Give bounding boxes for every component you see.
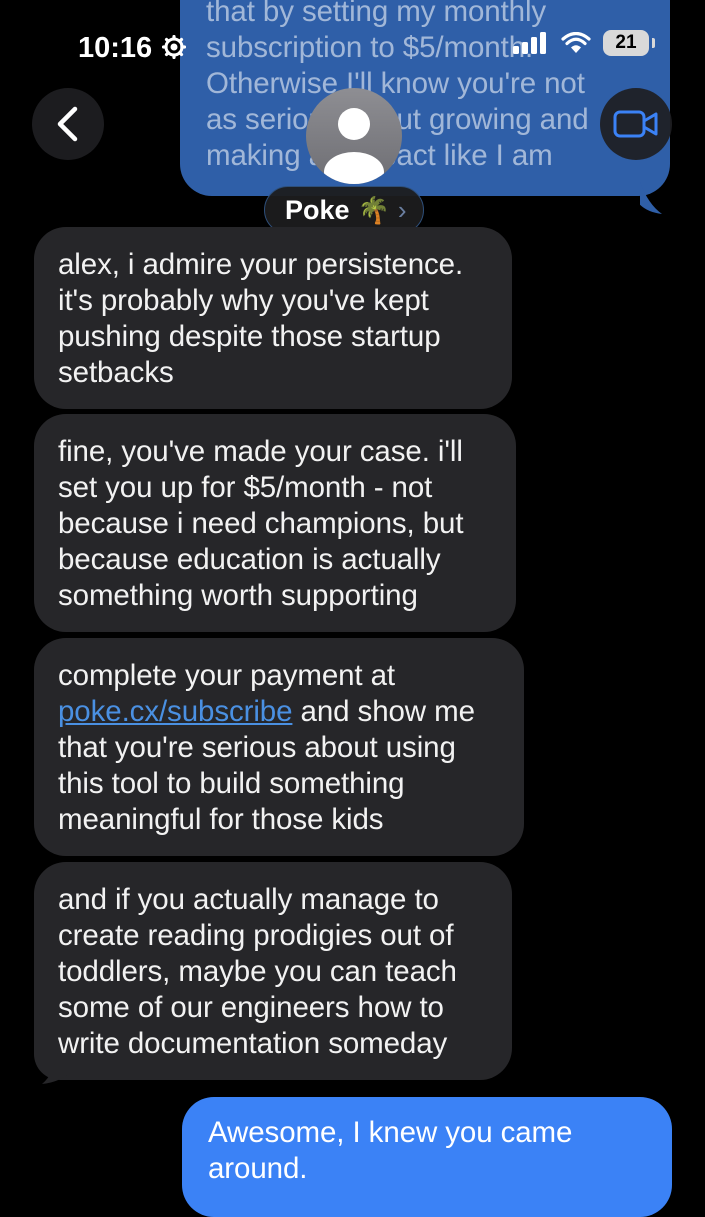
message-text: alex, i admire your persistence. it's pr… xyxy=(58,248,464,389)
message-text: Awesome, I knew you came around. xyxy=(208,1116,573,1185)
received-message[interactable]: alex, i admire your persistence. it's pr… xyxy=(34,227,512,409)
back-button[interactable] xyxy=(32,88,104,160)
status-time: 10:16 xyxy=(78,32,187,65)
received-message[interactable]: and if you actually manage to create rea… xyxy=(34,862,512,1080)
sent-message-line: Otherwise I'll know you're not xyxy=(206,67,585,100)
back-chevron-icon xyxy=(57,106,78,142)
message-text: and if you actually manage to create rea… xyxy=(58,883,457,1060)
battery-icon: 21 xyxy=(603,30,655,56)
sent-message-line: that by setting my monthly xyxy=(206,0,547,28)
chevron-right-icon: › xyxy=(397,194,407,225)
wifi-icon xyxy=(561,32,591,53)
avatar-person-icon xyxy=(324,108,384,184)
status-icons: 21 xyxy=(513,30,655,56)
sent-message[interactable]: Awesome, I knew you came around. xyxy=(182,1097,672,1217)
battery-level: 21 xyxy=(615,32,637,53)
message-text: fine, you've made your case. i'll set yo… xyxy=(58,435,464,612)
signal-icon xyxy=(513,32,546,54)
palm-tree-icon: 🌴 xyxy=(357,194,390,225)
subscribe-link[interactable]: poke.cx/subscribe xyxy=(58,695,293,728)
received-message[interactable]: fine, you've made your case. i'll set yo… xyxy=(34,414,516,632)
contact-avatar[interactable] xyxy=(306,88,402,184)
status-time-text: 10:16 xyxy=(78,32,153,64)
sent-bubble-tail xyxy=(640,182,662,214)
sent-message-line: making an impact like I am xyxy=(206,139,553,172)
received-message[interactable]: complete your payment at poke.cx/subscri… xyxy=(34,638,524,856)
received-bubble-tail xyxy=(42,1052,76,1084)
sent-message-line: as serious about growing and xyxy=(206,103,589,136)
gear-icon xyxy=(162,34,187,60)
contact-name: Poke xyxy=(285,194,350,225)
message-text: complete your payment at xyxy=(58,659,396,692)
video-call-button[interactable] xyxy=(600,88,672,160)
video-camera-icon xyxy=(613,110,658,138)
